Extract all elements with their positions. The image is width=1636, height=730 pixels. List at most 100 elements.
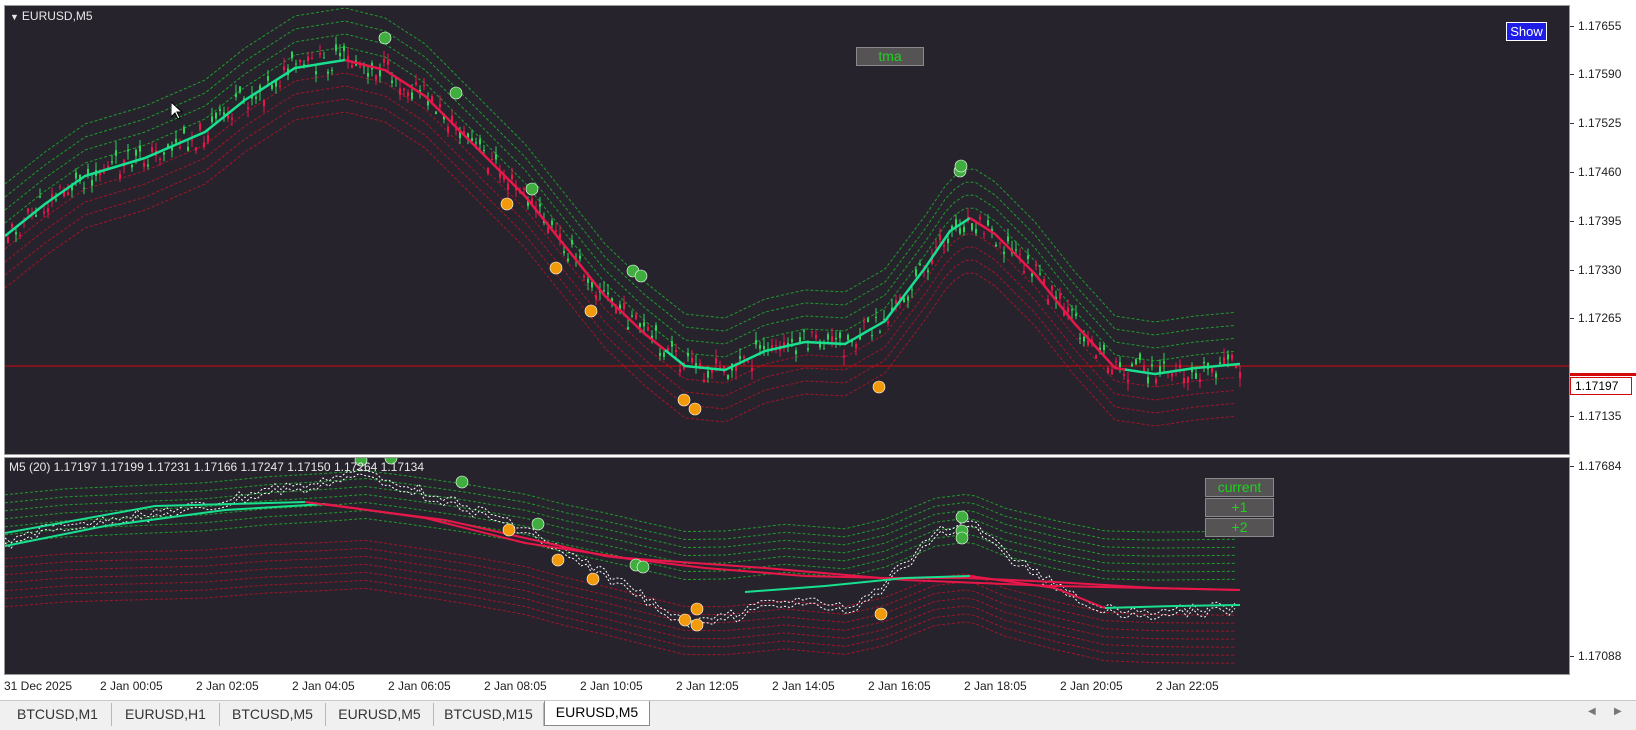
sell-signal-icon xyxy=(502,523,516,537)
time-tick-label: 2 Jan 18:05 xyxy=(964,679,1027,693)
candle-body xyxy=(187,146,189,151)
current-button[interactable]: current xyxy=(1205,478,1274,497)
upper-band-line xyxy=(5,485,1236,549)
candle-body xyxy=(507,183,509,191)
sub-price-axis[interactable]: 1.17684 1.17088 xyxy=(1570,457,1636,675)
show-button[interactable]: Show xyxy=(1506,22,1547,41)
candle-body xyxy=(1035,264,1037,267)
candle-body xyxy=(91,180,93,186)
candle-body xyxy=(119,173,121,179)
candle-body xyxy=(639,322,641,328)
candle-body xyxy=(351,64,353,68)
upper-band-line xyxy=(5,469,1236,533)
candle-body xyxy=(1239,372,1241,379)
sell-signal-icon xyxy=(688,402,702,416)
upper-band-line xyxy=(5,501,1236,565)
candle-body xyxy=(823,348,825,350)
plus-two-button[interactable]: +2 xyxy=(1205,518,1274,537)
candle-body xyxy=(1075,313,1077,316)
candle-body xyxy=(751,367,753,372)
candle-body xyxy=(283,66,285,71)
chart-tab[interactable]: EURUSD,M5 xyxy=(544,701,650,726)
time-tick-label: 2 Jan 20:05 xyxy=(1060,679,1123,693)
candle-body xyxy=(211,116,213,122)
time-axis[interactable]: 31 Dec 2025 2 Jan 00:05 2 Jan 02:05 2 Jan 0… xyxy=(4,675,1570,697)
sub-tick-label: 1.17684 xyxy=(1578,459,1622,473)
candle-body xyxy=(339,53,341,57)
candle-body xyxy=(635,314,637,320)
sell-signal-icon xyxy=(584,304,598,318)
triangle-right-icon[interactable]: ▶ xyxy=(1614,706,1622,717)
candle-body xyxy=(627,326,629,330)
tma-label[interactable]: tma xyxy=(856,47,924,66)
buy-signal-icon xyxy=(955,510,969,524)
chart-tab[interactable]: EURUSD,H1 xyxy=(112,703,220,726)
candle-body xyxy=(475,142,477,144)
candle-body xyxy=(539,204,541,207)
price-tick-label: 1.17395 xyxy=(1578,214,1622,228)
time-tick-label: 2 Jan 10:05 xyxy=(580,679,643,693)
candle-body xyxy=(1095,355,1097,359)
candle-body xyxy=(143,162,145,167)
chart-window[interactable]: 1.17655 1.17590 1.17525 1.17460 1.17395 1.173… xyxy=(0,0,1636,700)
candle-body xyxy=(975,229,977,234)
price-dotted-line xyxy=(5,473,1236,628)
triangle-down-icon[interactable]: ▼ xyxy=(10,12,19,22)
candle-body xyxy=(715,357,717,364)
candle-body xyxy=(1147,376,1149,384)
candle-body xyxy=(955,219,957,227)
candle-body xyxy=(691,357,693,363)
candle-body xyxy=(911,289,913,291)
chart-tab[interactable]: EURUSD,M5 xyxy=(326,703,434,726)
candle-body xyxy=(1007,236,1009,242)
candle-body xyxy=(1223,357,1225,365)
candle-body xyxy=(135,149,137,156)
triangle-left-icon[interactable]: ◀ xyxy=(1588,706,1596,717)
candle-body xyxy=(159,158,161,160)
sell-signal-icon xyxy=(677,393,691,407)
main-price-panel[interactable] xyxy=(4,5,1570,455)
indicator-subwindow[interactable] xyxy=(4,457,1570,675)
candle-body xyxy=(111,161,113,163)
candle-body xyxy=(1031,273,1033,277)
candle-body xyxy=(1179,364,1181,368)
chart-symbol-label: EURUSD,M5 xyxy=(21,9,93,23)
candle-body xyxy=(15,232,17,235)
candle-body xyxy=(35,215,37,217)
candle-body xyxy=(511,174,513,180)
candle-body xyxy=(1123,374,1125,376)
candle-body xyxy=(1039,273,1041,275)
candle-body xyxy=(1003,251,1005,255)
candle-body xyxy=(879,331,881,333)
candle-body xyxy=(603,290,605,292)
candle-body xyxy=(1119,362,1121,368)
sell-signal-icon xyxy=(874,607,888,621)
bear-trend-line xyxy=(324,503,1241,591)
time-tick-label: 31 Dec 2025 xyxy=(4,679,73,693)
sell-signal-icon xyxy=(551,553,565,567)
candle-body xyxy=(1083,336,1085,342)
candle-body xyxy=(75,172,77,179)
chart-tab[interactable]: BTCUSD,M1 xyxy=(4,703,112,726)
candle-body xyxy=(1135,359,1137,365)
buy-signal-icon xyxy=(636,560,650,574)
candle-body xyxy=(623,303,625,309)
candle-body xyxy=(299,59,301,63)
candle-body xyxy=(551,220,553,225)
candle-body xyxy=(943,245,945,247)
buy-signal-icon xyxy=(531,517,545,531)
plus-one-button[interactable]: +1 xyxy=(1205,498,1274,517)
candle-body xyxy=(547,227,549,233)
candle-body xyxy=(267,76,269,81)
candle-body xyxy=(83,187,85,189)
lower-band-line xyxy=(5,85,1236,401)
candle-body xyxy=(583,275,585,278)
candle-body xyxy=(1139,353,1141,361)
chart-tab[interactable]: BTCUSD,M15 xyxy=(434,703,544,726)
buy-signal-icon xyxy=(955,531,969,545)
candle-body xyxy=(791,339,793,342)
chart-tab[interactable]: BTCUSD,M5 xyxy=(220,703,326,726)
candle-body xyxy=(131,165,133,168)
candle-body xyxy=(1163,361,1165,364)
candle-body xyxy=(307,56,309,62)
